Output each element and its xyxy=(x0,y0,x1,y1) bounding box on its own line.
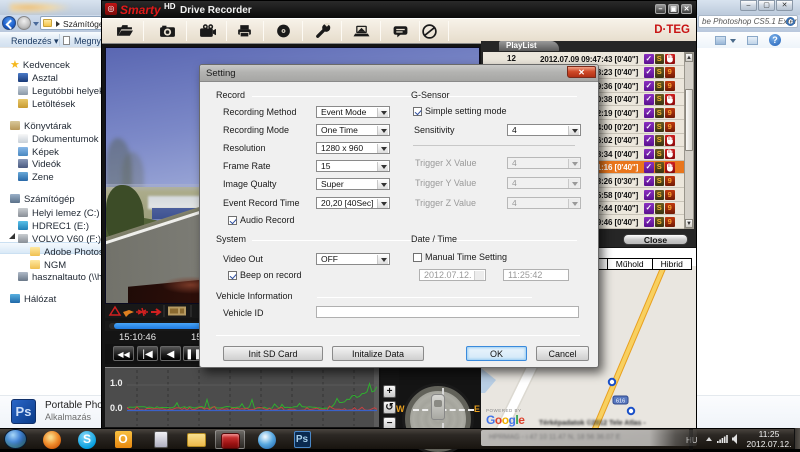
svg-text:616: 616 xyxy=(616,399,625,405)
